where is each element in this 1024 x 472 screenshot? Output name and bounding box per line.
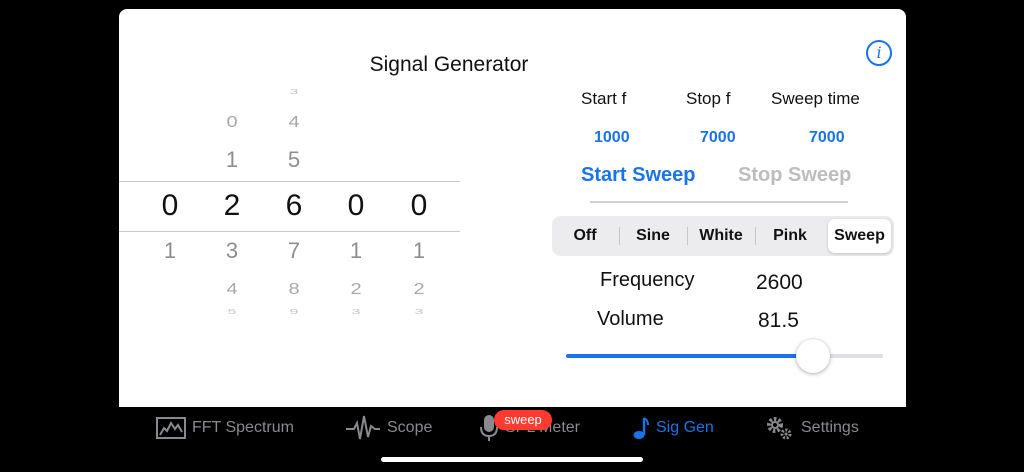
tab-label: Settings (801, 419, 859, 436)
tab-settings[interactable]: Settings (765, 407, 859, 449)
tab-label: FFT Spectrum (192, 419, 294, 436)
picker-selected-value: 0 (347, 189, 365, 222)
picker-value: 4 (226, 280, 238, 298)
picker-value: 3 (351, 307, 361, 316)
signal-mode-segmented-control[interactable]: Off Sine White Pink Sweep (552, 216, 894, 256)
tab-sig-gen[interactable]: Sig Gen (632, 407, 714, 449)
picker-column-4[interactable]: 0 1 2 3 (336, 81, 376, 331)
start-sweep-button[interactable]: Start Sweep (581, 164, 695, 187)
stop-sweep-button[interactable]: Stop Sweep (738, 164, 851, 187)
mode-white-segment[interactable]: White (688, 216, 754, 256)
mode-pink-segment[interactable]: Pink (756, 216, 824, 256)
tab-label: Sig Gen (656, 419, 714, 436)
sweep-badge: sweep (494, 410, 552, 430)
frequency-label: Frequency (600, 269, 695, 291)
sweep-time-label: Sweep time (771, 89, 860, 108)
picker-value: 9 (289, 307, 299, 316)
picker-value: 1 (225, 147, 239, 172)
sweep-divider (590, 201, 848, 203)
picker-value: 4 (288, 113, 300, 131)
tab-fft-spectrum[interactable]: FFT Spectrum (156, 407, 294, 449)
tab-scope[interactable]: Scope (345, 407, 432, 449)
stop-f-value[interactable]: 7000 (700, 129, 736, 147)
sweep-time-value[interactable]: 7000 (809, 129, 845, 147)
picker-selected-value: 0 (161, 189, 179, 222)
picker-selected-value: 0 (410, 189, 428, 222)
picker-value: 3 (225, 238, 239, 263)
volume-value: 81.5 (758, 309, 799, 332)
home-indicator[interactable] (381, 457, 643, 462)
frequency-value: 2600 (756, 271, 803, 294)
waveform-icon (346, 415, 380, 440)
picker-column-1[interactable]: 0 1 (150, 81, 190, 331)
picker-value: 8 (288, 280, 300, 298)
picker-value: 1 (349, 238, 363, 263)
start-f-value[interactable]: 1000 (594, 129, 630, 147)
volume-slider-thumb[interactable] (796, 339, 831, 373)
picker-selected-value: 6 (285, 189, 303, 222)
start-f-label: Start f (581, 89, 627, 108)
mode-sine-segment[interactable]: Sine (620, 216, 686, 256)
picker-selected-value: 2 (223, 189, 241, 222)
picker-value: 5 (287, 147, 301, 172)
volume-slider[interactable] (566, 339, 883, 373)
signal-generator-panel: Signal Generator i 0 1 0 1 2 3 4 5 3 4 5… (119, 9, 906, 407)
music-note-icon (633, 417, 649, 439)
gear-icon (767, 417, 792, 440)
page-title: Signal Generator (369, 53, 529, 76)
mode-sweep-segment[interactable]: Sweep (828, 219, 891, 253)
spectrum-icon (156, 417, 186, 439)
picker-value: 2 (413, 280, 425, 298)
mode-off-segment[interactable]: Off (552, 216, 618, 256)
volume-label: Volume (597, 308, 664, 330)
stop-f-label: Stop f (686, 89, 731, 108)
picker-column-5[interactable]: 0 1 2 3 (399, 81, 439, 331)
picker-value: 1 (412, 238, 426, 263)
picker-value: 2 (350, 280, 362, 298)
picker-value: 0 (226, 113, 238, 131)
picker-value: 1 (163, 238, 177, 263)
frequency-digit-picker[interactable]: 0 1 0 1 2 3 4 5 3 4 5 6 7 8 9 0 1 2 3 0 … (119, 81, 460, 331)
picker-value: 5 (227, 307, 237, 316)
picker-value: 7 (287, 238, 301, 263)
info-icon[interactable]: i (866, 40, 892, 66)
volume-slider-fill (566, 354, 814, 358)
picker-column-2[interactable]: 0 1 2 3 4 5 (212, 81, 252, 331)
tab-label: Scope (387, 419, 433, 436)
picker-value: 3 (414, 307, 424, 316)
picker-value: 3 (289, 87, 299, 96)
picker-column-3[interactable]: 3 4 5 6 7 8 9 (274, 81, 314, 331)
